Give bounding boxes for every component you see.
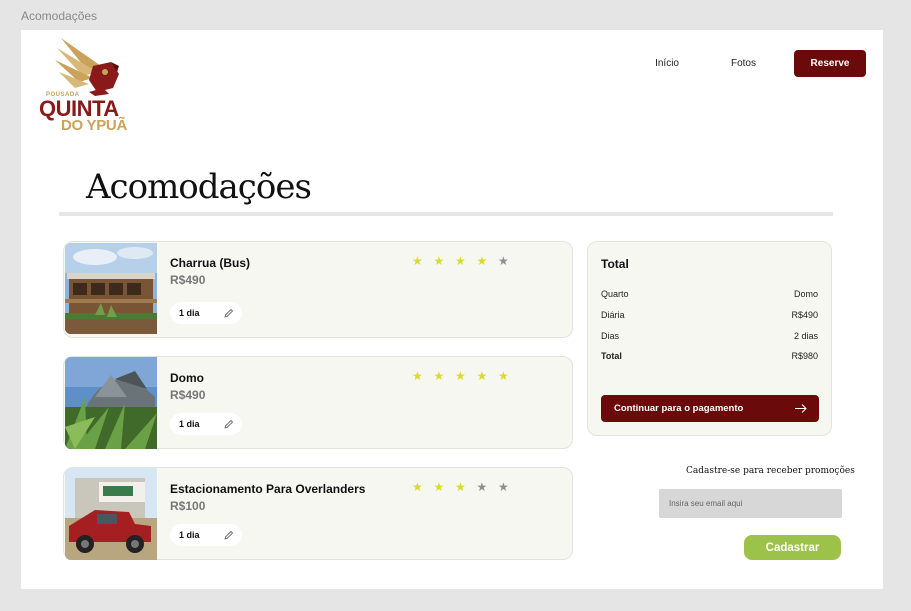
star-icon: ★ [498,369,509,383]
summary-row: Dias 2 dias [601,331,818,341]
star-icon: ★ [455,369,466,383]
star-icon: ★ [455,480,466,494]
room-card[interactable]: Domo R$490 ★ ★ ★ ★ ★ 1 dia [63,356,573,449]
summary-row-label: Total [601,351,622,361]
summary-row: Diária R$490 [601,310,818,320]
summary-row: Quarto Domo [601,289,818,299]
truck-image [65,468,157,560]
summary-row-value: R$980 [791,351,818,361]
summary-row-label: Diária [601,310,625,320]
page-title: Acomodações [86,167,312,207]
room-price: R$490 [170,273,206,287]
days-label: 1 dia [179,308,200,318]
continue-to-payment-button[interactable]: Continuar para o pagamento [601,395,819,422]
bus-image [65,243,157,334]
room-name: Estacionamento Para Overlanders [170,482,366,496]
pencil-icon[interactable] [224,530,234,540]
newsletter-label: Cadastre-se para receber promoções [686,466,855,476]
days-label: 1 dia [179,419,200,429]
frame-title: Acomodações [21,9,98,23]
dome-image [65,357,157,449]
star-rating: ★ ★ ★ ★ ★ [412,480,520,494]
summary-row-value: 2 dias [793,331,818,341]
room-card[interactable]: Estacionamento Para Overlanders R$100 ★ … [63,467,573,560]
summary-row-label: Dias [601,331,620,341]
brand-logo[interactable]: POUSADA QUINTA DO YPUÃ [39,36,135,134]
pencil-icon[interactable] [224,308,234,318]
star-icon: ★ [433,369,445,383]
reserve-button[interactable]: Reserve [794,50,866,77]
star-icon: ★ [412,254,423,268]
star-icon: ★ [412,369,423,383]
nav-link-inicio[interactable]: Início [655,58,679,69]
star-icon: ★ [476,480,488,494]
nav-link-fotos[interactable]: Fotos [731,58,756,69]
star-icon: ★ [476,369,488,383]
email-field[interactable] [659,489,842,518]
star-rating: ★ ★ ★ ★ ★ [412,369,520,383]
summary-total-row: Total R$980 [601,351,818,361]
room-price: R$490 [170,388,206,402]
room-name: Domo [170,371,204,385]
star-icon: ★ [412,480,423,494]
days-selector[interactable]: 1 dia [170,524,242,546]
star-icon: ★ [498,480,509,494]
summary-row-value: Domo [793,289,818,299]
star-icon: ★ [455,254,466,268]
days-selector[interactable]: 1 dia [170,302,242,324]
days-selector[interactable]: 1 dia [170,413,242,435]
room-price: R$100 [170,499,206,513]
signup-button[interactable]: Cadastrar [744,535,841,560]
page: POUSADA QUINTA DO YPUÃ Início Fotos Rese… [21,30,883,589]
room-name: Charrua (Bus) [170,256,251,270]
star-icon: ★ [433,254,445,268]
days-label: 1 dia [179,530,200,540]
summary-title: Total [601,257,629,271]
brand-line3: DO YPUÃ [61,117,127,134]
continue-to-payment-label: Continuar para o pagamento [614,403,744,414]
star-icon: ★ [433,480,445,494]
booking-summary: Total Quarto Domo Diária R$490 Dias 2 di… [587,241,832,436]
summary-row-label: Quarto [601,289,629,299]
star-rating: ★ ★ ★ ★ ★ [412,254,520,268]
heading-divider [59,212,833,216]
arrow-right-icon [795,404,807,413]
pencil-icon[interactable] [224,419,234,429]
star-icon: ★ [476,254,488,268]
top-nav: Início Fotos Reserve [655,50,866,77]
star-icon: ★ [498,254,509,268]
room-card[interactable]: Charrua (Bus) R$490 ★ ★ ★ ★ ★ 1 dia [63,241,573,338]
summary-row-value: R$490 [791,310,818,320]
